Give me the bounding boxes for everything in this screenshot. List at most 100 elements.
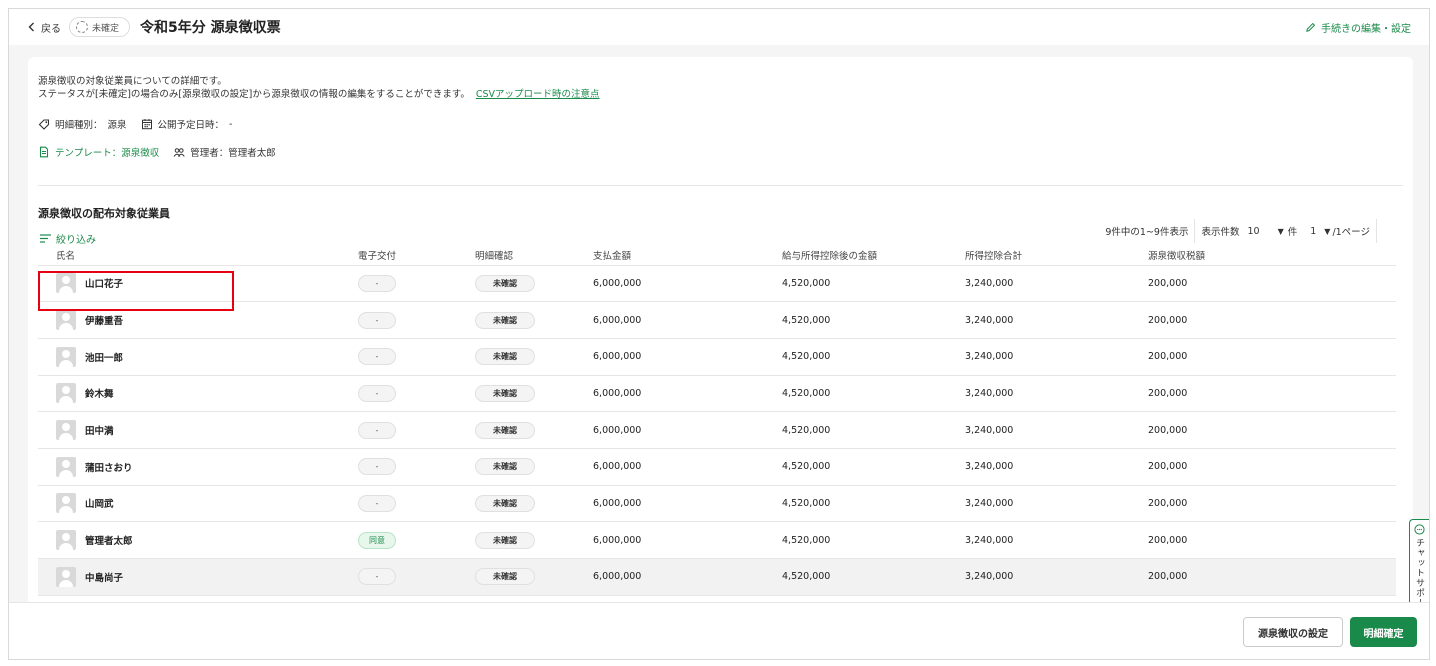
avatar [56, 346, 76, 367]
confirmation-badge: 未確認 [475, 568, 535, 586]
administrator: 管理者：管理者太郎 [173, 145, 276, 159]
deduction-total: 3,240,000 [965, 338, 1148, 376]
deduction-total: 3,240,000 [965, 558, 1148, 596]
pagination: 9件中の1~9件表示 表示件数 10 ▼ 件 1 ▼ /1ページ [1105, 219, 1383, 243]
description: 源泉徴収の対象従業員についての詳細です。 ステータスが[未確定]の場合のみ[源泉… [38, 75, 600, 101]
admin-value: 管理者太郎 [228, 148, 276, 159]
e-delivery-badge: - [358, 274, 396, 292]
table-row[interactable]: 山口花子 - 未確認 6,000,000 4,520,000 3,240,000… [38, 265, 1396, 303]
filter-button[interactable]: 絞り込み [40, 231, 96, 246]
table-row[interactable]: 山岡武 - 未確認 6,000,000 4,520,000 3,240,000 … [38, 485, 1396, 523]
page-value: 1 [1310, 225, 1317, 237]
employee-name[interactable]: 田中満 [85, 423, 114, 437]
col-header-e-delivery[interactable]: 電子交付 [358, 245, 475, 266]
confirmation-badge: 未確認 [475, 458, 535, 476]
deduction-total: 3,240,000 [965, 448, 1148, 486]
section-divider [38, 185, 1403, 186]
back-label: 戻る [41, 23, 61, 35]
confirmation-badge: 未確認 [475, 494, 535, 512]
employee-name[interactable]: 山岡武 [85, 496, 114, 510]
employee-name[interactable]: 中島尚子 [85, 570, 123, 584]
payment-amount: 6,000,000 [593, 338, 782, 376]
pager-divider [1194, 219, 1196, 243]
employee-name[interactable]: 管理者太郎 [85, 533, 133, 547]
payment-amount: 6,000,000 [593, 485, 782, 523]
after-deduction-amount: 4,520,000 [782, 448, 965, 486]
top-bar: 戻る 未確定 令和5年分 源泉徴収票 手続きの編集・設定 [9, 9, 1429, 45]
chevron-left-icon [28, 22, 34, 32]
withholding-tax: 200,000 [1148, 558, 1396, 596]
page-select[interactable]: 1 ▼ [1310, 226, 1330, 237]
meta-row-1: 明細種別： 源泉 公開予定日時： - [38, 117, 232, 131]
employee-name[interactable]: 蒲田さおり [85, 460, 133, 474]
col-header-payment[interactable]: 支払金額 [593, 245, 782, 266]
per-page-value: 10 [1247, 225, 1260, 237]
status-label: 未確定 [92, 23, 120, 34]
per-page-select[interactable]: 10 ▼ [1247, 226, 1283, 237]
template-value: 源泉徴収 [121, 148, 160, 159]
table-row[interactable]: 池田一郎 - 未確認 6,000,000 4,520,000 3,240,000… [38, 338, 1396, 376]
table-row[interactable]: 蒲田さおり - 未確認 6,000,000 4,520,000 3,240,00… [38, 448, 1396, 486]
withholding-settings-button[interactable]: 源泉徴収の設定 [1243, 617, 1343, 647]
col-header-deduction-total[interactable]: 所得控除合計 [965, 245, 1148, 266]
employee-name[interactable]: 伊藤重吾 [85, 313, 123, 327]
confirmation-badge: 未確認 [475, 384, 535, 402]
withholding-tax: 200,000 [1148, 485, 1396, 523]
pending-icon [76, 21, 88, 33]
withholding-tax: 200,000 [1148, 301, 1396, 339]
footer-bar: 源泉徴収の設定 明細確定 [9, 602, 1429, 659]
payment-amount: 6,000,000 [593, 558, 782, 596]
template-link[interactable]: テンプレート：源泉徴収 [38, 145, 159, 159]
statement-type-value: 源泉 [107, 120, 127, 131]
csv-notes-link[interactable]: CSVアップロード時の注意点 [476, 89, 600, 100]
filter-label: 絞り込み [56, 235, 96, 246]
deduction-total: 3,240,000 [965, 411, 1148, 449]
after-deduction-amount: 4,520,000 [782, 375, 965, 413]
withholding-tax: 200,000 [1148, 411, 1396, 449]
confirmation-badge: 未確認 [475, 274, 535, 292]
table-row[interactable]: 鈴木舞 - 未確認 6,000,000 4,520,000 3,240,000 … [38, 375, 1396, 413]
avatar [56, 310, 76, 331]
e-delivery-badge: 同意 [358, 531, 396, 549]
e-delivery-badge: - [358, 494, 396, 512]
after-deduction-amount: 4,520,000 [782, 485, 965, 523]
publish-date-label: 公開予定日時： [157, 120, 225, 131]
col-header-tax[interactable]: 源泉徴収税額 [1148, 245, 1396, 266]
e-delivery-badge: - [358, 421, 396, 439]
table-row[interactable]: 中島尚子 - 未確認 6,000,000 4,520,000 3,240,000… [38, 558, 1396, 596]
confirm-statement-button[interactable]: 明細確定 [1350, 617, 1417, 647]
employee-name[interactable]: 池田一郎 [85, 350, 123, 364]
pager-summary: 9件中の1~9件表示 [1105, 227, 1189, 238]
payment-amount: 6,000,000 [593, 521, 782, 559]
per-page-label: 表示件数 [1201, 227, 1240, 238]
page-total: /1ページ [1332, 227, 1370, 238]
admin-label: 管理者： [190, 148, 229, 159]
e-delivery-badge: - [358, 384, 396, 402]
table-row[interactable]: 田中満 - 未確認 6,000,000 4,520,000 3,240,000 … [38, 411, 1396, 449]
payment-amount: 6,000,000 [593, 265, 782, 303]
withholding-tax: 200,000 [1148, 375, 1396, 413]
avatar [56, 383, 76, 404]
caret-down-icon: ▼ [1324, 226, 1331, 236]
chat-icon [1414, 524, 1425, 535]
page-title: 令和5年分 源泉徴収票 [140, 20, 281, 36]
edit-procedure-link[interactable]: 手続きの編集・設定 [1305, 20, 1411, 35]
col-header-after-deduction[interactable]: 給与所得控除後の金額 [782, 245, 965, 266]
withholding-tax: 200,000 [1148, 265, 1396, 303]
col-header-confirmation[interactable]: 明細確認 [475, 245, 593, 266]
users-icon [173, 148, 185, 157]
description-line-2-text: ステータスが[未確定]の場合のみ[源泉徴収の設定]から源泉徴収の情報の編集をする… [38, 89, 470, 100]
confirmation-badge: 未確認 [475, 311, 535, 329]
back-link[interactable]: 戻る [27, 20, 61, 35]
table-row[interactable]: 伊藤重吾 - 未確認 6,000,000 4,520,000 3,240,000… [38, 301, 1396, 339]
col-header-name[interactable]: 氏名 [38, 245, 358, 266]
table-row[interactable]: 管理者太郎 同意 未確認 6,000,000 4,520,000 3,240,0… [38, 521, 1396, 559]
pencil-icon [1306, 22, 1316, 32]
withholding-tax: 200,000 [1148, 521, 1396, 559]
calendar-icon [141, 119, 152, 130]
avatar [56, 530, 76, 551]
filter-icon [40, 234, 51, 243]
e-delivery-badge: - [358, 348, 396, 366]
employee-name[interactable]: 鈴木舞 [85, 386, 114, 400]
after-deduction-amount: 4,520,000 [782, 558, 965, 596]
